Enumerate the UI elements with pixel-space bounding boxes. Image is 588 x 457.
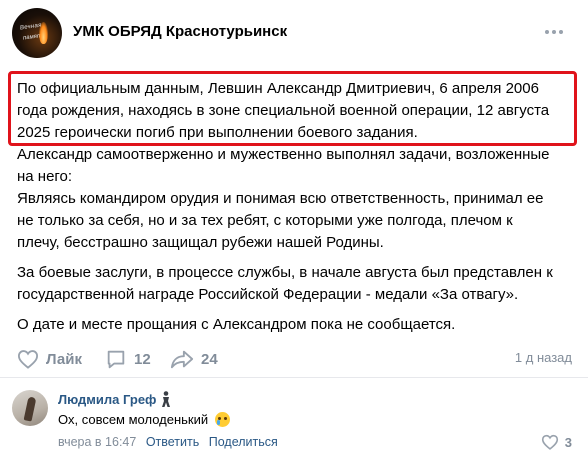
text-line: За боевые заслуги, в процессе службы, в … xyxy=(17,264,553,281)
heart-icon xyxy=(541,434,558,450)
reply-button[interactable]: Ответить xyxy=(146,435,199,449)
text-line: на него: xyxy=(17,168,73,185)
text-line: О дате и месте прощания с Александром по… xyxy=(17,316,456,333)
comment-text-content: Ох, совсем молоденький xyxy=(58,412,209,427)
paragraph-highlighted: По официальным данным, Левшин Александр … xyxy=(17,78,577,144)
comment-like-count: 3 xyxy=(564,434,572,450)
comment-like-button[interactable]: 3 xyxy=(541,434,572,450)
share-button[interactable]: 24 xyxy=(170,346,218,372)
like-button[interactable]: Лайк xyxy=(17,346,82,372)
share-arrow-icon xyxy=(170,350,194,369)
figure-badge-icon xyxy=(162,391,170,407)
comment-text: Ох, совсем молоденький xyxy=(58,412,230,427)
text-line: Являясь командиром орудия и понимая всю … xyxy=(17,190,544,207)
more-dots-icon[interactable] xyxy=(540,20,568,44)
paragraph-award: За боевые заслуги, в процессе службы, в … xyxy=(17,262,577,306)
text-line: государственной награде Российской Федер… xyxy=(17,286,519,303)
comment-share-button[interactable]: Поделиться xyxy=(209,435,278,449)
crying-face-icon xyxy=(214,412,230,427)
text-line: не только за себя, но и за тех ребят, с … xyxy=(17,212,513,229)
avatar[interactable] xyxy=(12,390,48,426)
paragraph-farewell: О дате и месте прощания с Александром по… xyxy=(17,314,577,336)
divider xyxy=(0,377,588,378)
post-card: Вечная память! УМК ОБРЯД Краснотурьинск … xyxy=(0,0,588,457)
group-name[interactable]: УМК ОБРЯД Краснотурьинск xyxy=(73,23,287,40)
text-line: года рождения, находясь в зоне специальн… xyxy=(17,102,550,119)
group-avatar[interactable]: Вечная память! xyxy=(12,8,62,58)
text-line: Александр самоотверженно и мужественно в… xyxy=(17,146,550,163)
comment-count: 12 xyxy=(134,350,151,368)
text-line: плечу, бесстрашно защищал рубежи нашей Р… xyxy=(17,234,384,251)
post-text: По официальным данным, Левшин Александр … xyxy=(17,78,577,336)
post-timestamp[interactable]: 1 д назад xyxy=(515,350,572,365)
share-count: 24 xyxy=(201,350,218,368)
candle-avatar-icon xyxy=(39,22,48,44)
text-line: По официальным данным, Левшин Александр … xyxy=(17,80,539,97)
comment-item: Людмила Греф Ох, совсем молоденький вчер… xyxy=(0,380,588,457)
comments-button[interactable]: 12 xyxy=(105,346,151,372)
post-header: Вечная память! УМК ОБРЯД Краснотурьинск xyxy=(0,0,588,68)
comment-meta: вчера в 16:47 Ответить Поделиться xyxy=(58,435,278,449)
like-label: Лайк xyxy=(46,350,82,368)
comment-icon xyxy=(107,350,125,369)
heart-icon xyxy=(17,350,39,369)
paragraph-duties: Александр самоотверженно и мужественно в… xyxy=(17,144,577,254)
text-line: 2025 героически погиб при выполнении бое… xyxy=(17,124,418,141)
comment-timestamp[interactable]: вчера в 16:47 xyxy=(58,435,136,449)
comment-author[interactable]: Людмила Греф xyxy=(58,392,156,407)
post-actions: Лайк 12 24 1 д назад xyxy=(0,344,588,374)
